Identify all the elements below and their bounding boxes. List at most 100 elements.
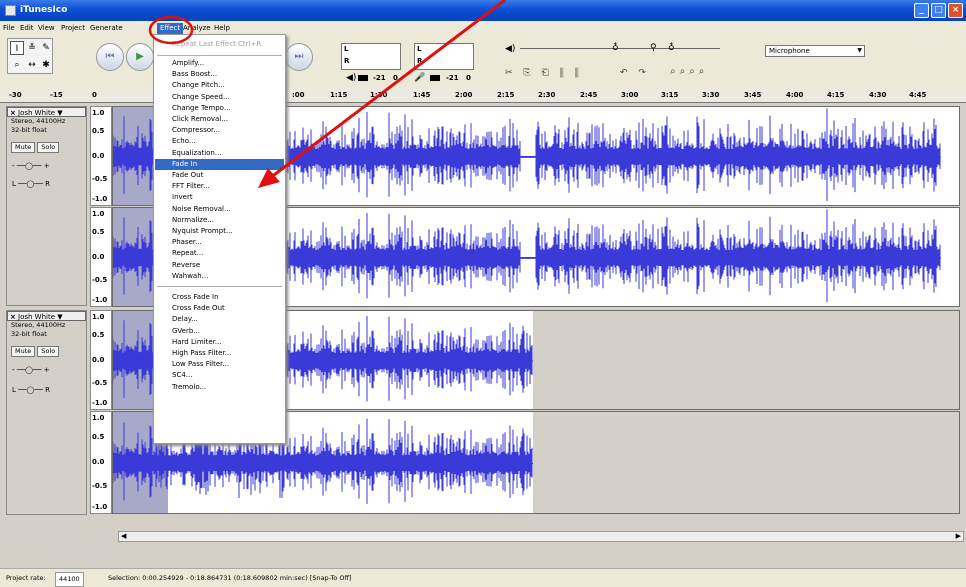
minimize-button[interactable]: _ <box>914 3 929 18</box>
project-rate-field[interactable]: 44100 <box>55 572 84 587</box>
solo-button[interactable]: Solo <box>37 142 60 153</box>
timeline-tick-label: 3:45 <box>744 91 762 99</box>
selection-tool-icon[interactable]: I <box>10 41 24 55</box>
menu-item-fade-in[interactable]: Fade In <box>155 158 284 170</box>
timeline-tick-label: 1:15 <box>330 91 348 99</box>
record-meter: L R <box>414 43 474 70</box>
menu-analyze[interactable]: Analyze <box>183 23 211 34</box>
close-track-icon[interactable]: × <box>10 312 16 322</box>
menu-item-bass-boost[interactable]: Bass Boost... <box>155 69 284 80</box>
zoom-icons[interactable]: ⌕⌕⌕⌕ <box>670 66 708 77</box>
scroll-right-icon[interactable]: ▶ <box>956 532 961 540</box>
menu-item-cross-fade-in[interactable]: Cross Fade In <box>155 292 284 303</box>
menu-item-high-pass-filter[interactable]: High Pass Filter... <box>155 348 284 359</box>
menu-project[interactable]: Project <box>61 23 85 34</box>
app-icon <box>5 5 16 16</box>
status-bar: Project rate: 44100 Selection: 0:00.2549… <box>0 568 966 587</box>
gain-slider[interactable]: - ──◯── + <box>12 366 50 374</box>
envelope-tool-icon[interactable]: ≚ <box>25 41 39 55</box>
pan-slider[interactable]: L ──◯── R <box>12 386 50 394</box>
timeline-ruler[interactable]: -30 -15 0:00 1:15 1:30 1:45 2:00 2:15 2:30 2:45 3:… <box>0 88 966 103</box>
close-track-icon[interactable]: × <box>10 108 16 118</box>
menu-item-invert[interactable]: Invert <box>155 192 284 203</box>
menu-effect[interactable]: Effect <box>157 23 184 34</box>
slider-thumb-icon[interactable]: ♁ <box>612 43 619 53</box>
chevron-down-icon: ▼ <box>857 47 862 54</box>
playback-volume-slider[interactable] <box>358 75 368 81</box>
menu-item-nyquist-prompt[interactable]: Nyquist Prompt... <box>155 226 284 237</box>
multi-tool-icon[interactable]: ✱ <box>39 58 53 72</box>
microphone-icon: 🎤 <box>414 73 426 83</box>
pan-slider[interactable]: L ──◯── R <box>12 180 50 188</box>
track-name-dropdown[interactable]: × Josh White ▼ <box>7 311 86 321</box>
menu-generate[interactable]: Generate <box>90 23 123 34</box>
draw-tool-icon[interactable]: ✎ <box>39 41 53 55</box>
menu-item-repeat[interactable]: Repeat... <box>155 248 284 259</box>
amplitude-label: 0.5 <box>92 127 105 135</box>
zoom-tool-icon[interactable]: ⌕ <box>10 58 24 72</box>
menu-item-noise-removal[interactable]: Noise Removal... <box>155 204 284 215</box>
menu-item-gverb[interactable]: GVerb... <box>155 326 284 337</box>
amplitude-label: 0.0 <box>92 356 105 364</box>
menu-item-cross-fade-out[interactable]: Cross Fade Out <box>155 303 284 314</box>
menu-item-delay[interactable]: Delay... <box>155 314 284 325</box>
amplitude-ruler: 1.0 0.5 0.0 -0.5 -1.0 <box>90 310 112 410</box>
timeline-tick-label: 3:30 <box>702 91 720 99</box>
amplitude-label: -1.0 <box>92 502 108 511</box>
close-button[interactable]: × <box>948 3 963 18</box>
play-button[interactable]: ▶ <box>126 43 154 71</box>
menu-item-echo[interactable]: Echo... <box>155 136 284 147</box>
input-source-select[interactable]: Microphone ▼ <box>765 45 865 57</box>
mute-button[interactable]: Mute <box>11 346 36 357</box>
menu-item-fade-out[interactable]: Fade Out <box>155 170 284 181</box>
window-title: iTunesIco <box>20 5 68 15</box>
menu-file[interactable]: File <box>3 23 15 34</box>
menu-item-low-pass-filter[interactable]: Low Pass Filter... <box>155 359 284 370</box>
menu-item-click-removal[interactable]: Click Removal... <box>155 114 284 125</box>
slider-thumb-icon[interactable]: ♁ <box>668 43 675 53</box>
menu-item-change-speed[interactable]: Change Speed... <box>155 92 284 103</box>
timeline-tick-label: 1:45 <box>413 91 431 99</box>
timeline-tick-label: 4:45 <box>909 91 927 99</box>
timeline-tick-label: 3:15 <box>661 91 679 99</box>
edit-toolbar-icons[interactable]: ✂ ⎘ ⎗ ⫼ ⫼ <box>505 68 583 78</box>
menu-item-wahwah[interactable]: Wahwah... <box>155 271 284 282</box>
amplitude-ruler: 1.0 0.5 0.0 -0.5 -1.0 <box>90 106 112 206</box>
menu-item-tremolo[interactable]: Tremolo... <box>155 382 284 393</box>
skip-end-button[interactable]: ⏭ <box>285 43 313 71</box>
menu-edit[interactable]: Edit <box>20 23 34 34</box>
track-name: Josh White ▼ <box>18 313 63 321</box>
amplitude-ruler: 1.0 0.5 0.0 -0.5 -1.0 <box>90 207 112 307</box>
maximize-button[interactable]: □ <box>931 3 946 18</box>
timeline-tick-label: 4:00 <box>786 91 804 99</box>
menu-separator <box>157 55 282 56</box>
timeshift-tool-icon[interactable]: ↔ <box>25 58 39 72</box>
menu-item-sc4[interactable]: SC4... <box>155 370 284 381</box>
menu-view[interactable]: View <box>38 23 55 34</box>
horizontal-scrollbar[interactable]: ◀ ▶ <box>118 531 964 542</box>
mute-button[interactable]: Mute <box>11 142 36 153</box>
menu-item-change-tempo[interactable]: Change Tempo... <box>155 103 284 114</box>
menu-item-normalize[interactable]: Normalize... <box>155 215 284 226</box>
skip-start-button[interactable]: ⏮ <box>96 43 124 71</box>
timeline-tick-label: -30 <box>9 91 22 99</box>
menu-item-amplify[interactable]: Amplify... <box>155 58 284 69</box>
menu-help[interactable]: Help <box>214 23 230 34</box>
gain-slider[interactable]: - ──◯── + <box>12 162 50 170</box>
menu-item-compressor[interactable]: Compressor... <box>155 125 284 136</box>
menu-item-equalization[interactable]: Equalization... <box>155 148 284 159</box>
amplitude-label: -0.5 <box>92 482 108 491</box>
gain-minus: - <box>12 162 15 170</box>
undo-redo-icons[interactable]: ↶ ↷ <box>620 68 650 78</box>
amplitude-label: 1.0 <box>92 109 105 117</box>
menu-item-phaser[interactable]: Phaser... <box>155 237 284 248</box>
menu-item-hard-limiter[interactable]: Hard Limiter... <box>155 337 284 348</box>
menu-item-change-pitch[interactable]: Change Pitch... <box>155 80 284 91</box>
scroll-left-icon[interactable]: ◀ <box>121 532 126 540</box>
record-volume-slider[interactable] <box>430 75 440 81</box>
menu-item-fft-filter[interactable]: FFT Filter... <box>155 181 284 192</box>
solo-button[interactable]: Solo <box>37 346 60 357</box>
track-name-dropdown[interactable]: × Josh White ▼ <box>7 107 86 117</box>
menu-item-reverse[interactable]: Reverse <box>155 260 284 271</box>
mixer-output-slider[interactable] <box>520 48 720 49</box>
